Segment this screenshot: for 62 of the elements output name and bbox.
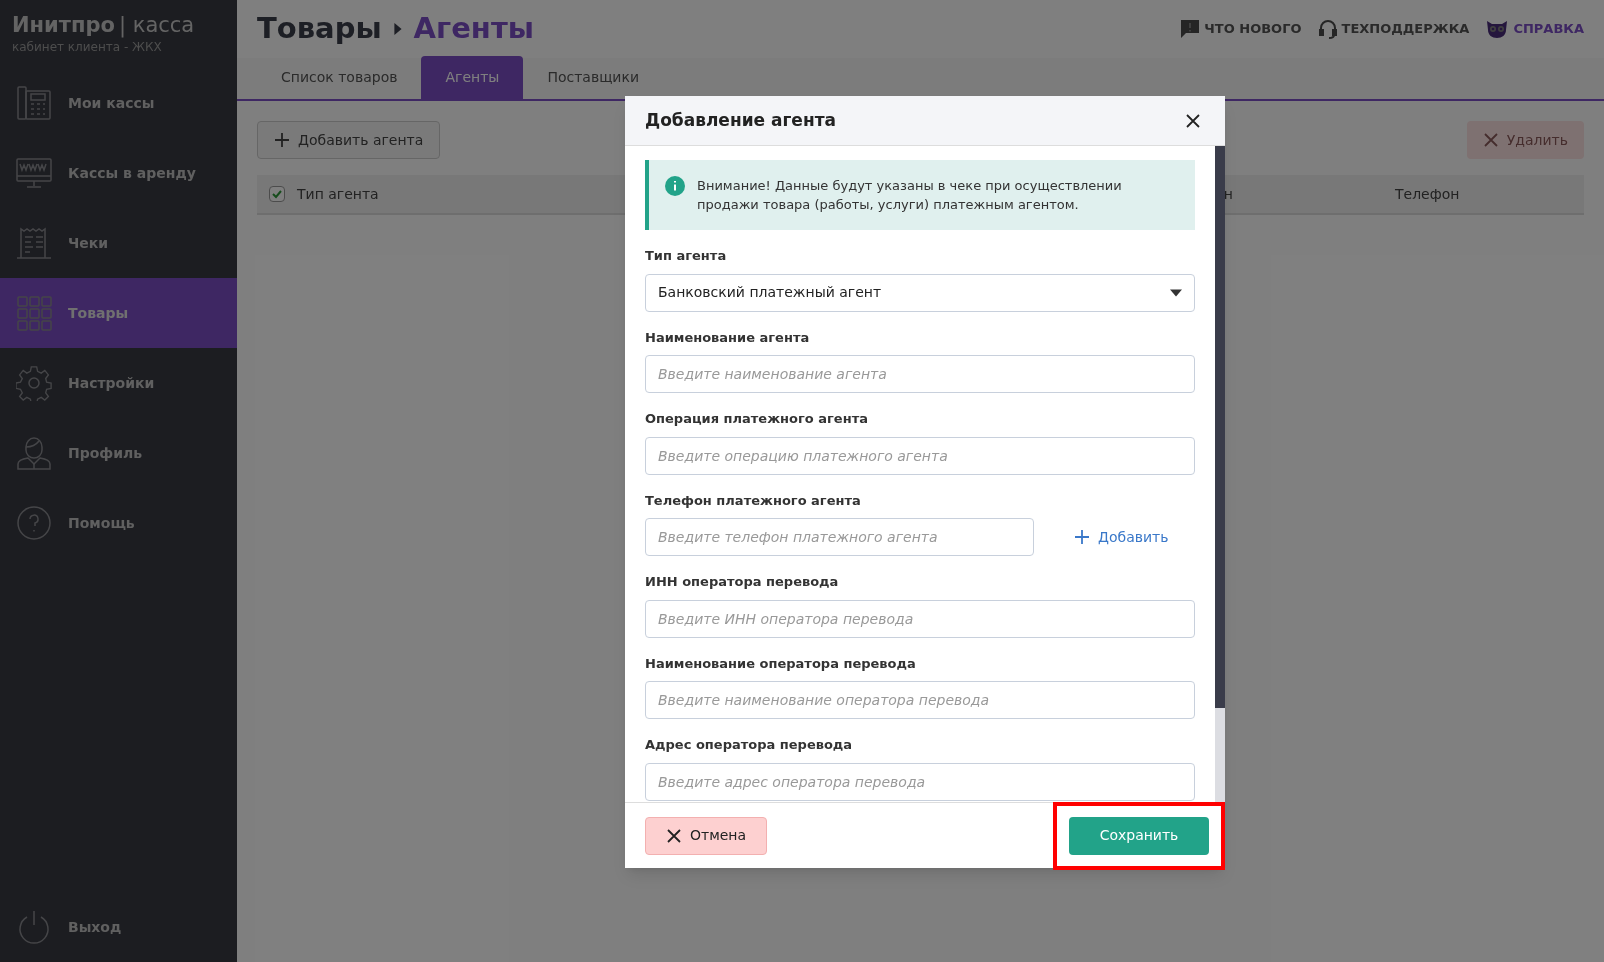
receipt-icon (16, 225, 52, 262)
chevron-icon (393, 23, 402, 35)
brand-name: Инитпро (12, 12, 115, 39)
add-phone-link[interactable]: Добавить (1074, 526, 1169, 548)
help-icon (16, 505, 52, 542)
input-field[interactable]: Введите операцию платежного агента (645, 436, 1195, 475)
input-field[interactable]: Введите наименование агента (645, 355, 1195, 393)
tab[interactable]: Агенты (421, 56, 524, 99)
phone-field[interactable]: Введите телефон платежного агента (645, 518, 1034, 556)
cancel-button[interactable]: Отмена (645, 816, 768, 855)
cash-register-icon (16, 85, 52, 122)
breadcrumb-parent[interactable]: Товары (257, 7, 382, 51)
close-icon (666, 827, 682, 844)
input-field[interactable]: Введите наименование оператора перевода (645, 681, 1195, 719)
person-icon (16, 435, 52, 472)
brand-product: | касса (118, 12, 195, 39)
field-label: Тип агента (645, 247, 728, 265)
field-label: ИНН оператора перевода (645, 573, 840, 591)
owl-icon (1485, 19, 1510, 39)
info-icon (665, 176, 685, 196)
power-icon (16, 909, 52, 945)
headset-icon (1317, 19, 1338, 39)
sidebar-item[interactable]: Кассы в аренду (0, 138, 237, 209)
logout-item[interactable]: Выход (0, 892, 237, 962)
plus-icon (1074, 529, 1090, 545)
add-agent-button[interactable]: Добавить агента (257, 121, 441, 159)
check-icon (271, 188, 283, 200)
header-link[interactable]: ТЕХПОДДЕРЖКА (1317, 19, 1470, 39)
input-field[interactable]: Введите ИНН оператора перевода (645, 599, 1195, 638)
plus-icon (274, 132, 290, 148)
message-icon (1180, 19, 1201, 39)
sidebar-item[interactable]: Товары (0, 278, 237, 349)
close-icon (1482, 132, 1499, 148)
delete-button[interactable]: Удалить (1466, 121, 1584, 159)
column-header: Тип агента (297, 184, 379, 204)
dialog-title: Добавление агента (645, 108, 836, 132)
scrollbar[interactable] (1215, 146, 1225, 802)
tab[interactable]: Список товаров (257, 56, 422, 99)
gear-icon (16, 365, 52, 402)
input-field[interactable]: Введите адрес оператора перевода (645, 762, 1195, 801)
field-label: Наименование агента (645, 328, 811, 347)
header-link[interactable]: СПРАВКА (1485, 19, 1584, 39)
field-label: Наименование оператора перевода (645, 654, 917, 673)
header-link[interactable]: ЧТО НОВОГО (1180, 19, 1302, 39)
sidebar-item[interactable]: Профиль (0, 418, 237, 489)
field-label: Операция платежного агента (645, 410, 869, 428)
grid-icon (16, 295, 52, 332)
field-label: Телефон платежного агента (645, 491, 862, 510)
agent-type-select[interactable]: Банковский платежный агент (645, 273, 1195, 312)
column-header: Телефон (1394, 184, 1461, 204)
sidebar-item[interactable]: Помощь (0, 488, 237, 559)
close-icon (1185, 112, 1201, 129)
caret-icon (1170, 288, 1182, 297)
tab[interactable]: Поставщики (523, 56, 663, 99)
breadcrumb-current: Агенты (413, 10, 534, 48)
save-button[interactable]: Сохранить (1069, 816, 1209, 855)
field-label: Адрес оператора перевода (645, 736, 854, 754)
sidebar-item[interactable]: Настройки (0, 348, 237, 419)
sidebar-item[interactable]: Мои кассы (0, 68, 237, 139)
column-header: н (1223, 184, 1234, 204)
checkbox[interactable] (269, 186, 285, 202)
notice-text: Внимание! Данные будут указаны в чеке при осуществлении продажи товара (работы, услуги) платежным агентом. (697, 177, 1123, 214)
